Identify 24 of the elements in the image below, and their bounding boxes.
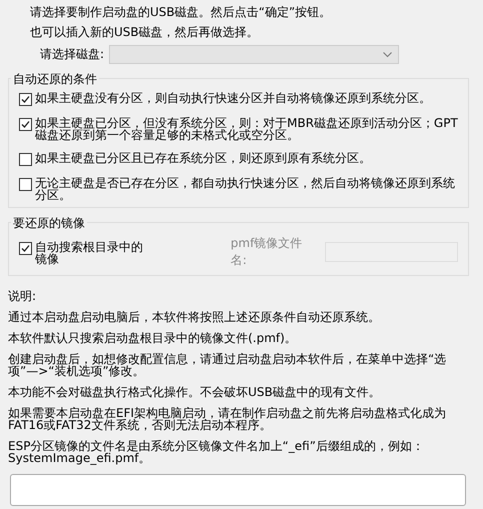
note-paragraph: 如果需要本启动盘在EFI架构电脑启动，请在制作启动盘之前先将启动盘格式化成为FAT16或FAT32文件系统，否则无法启动本程序。 [8,407,448,431]
checkbox-label: 无论主硬盘是否已存在分区，都自动执行快速分区，然后自动将镜像还原到系统分区。 [35,176,456,201]
checkbox-label: 如果主硬盘已分区且已存在系统分区，则还原到原有系统分区。 [35,151,371,164]
notes-heading: 说明: [8,290,38,302]
note-paragraph: 创建启动盘后，如想修改配置信息，请通过启动盘启动本软件后，在菜单中选择“选项”—>“装机选项”修改。 [8,353,448,377]
checkbox[interactable] [19,93,32,106]
instruction-text: 也可以插入新的USB磁盘，然后再做选择。 [30,25,260,39]
note-paragraph: 本功能不会对磁盘执行格式化操作。不会破坏USB磁盘中的现有文件。 [8,386,382,398]
disk-label: 请选择磁盘: [40,46,104,63]
checkbox-label: 如果主硬盘已分区，但没有系统分区，则：对于MBR磁盘还原到活动分区；GPT磁盘还原到第一个容量足够的未格式化或空分区。 [35,116,458,141]
group-title: 自动还原的条件 [11,71,99,88]
checkbox[interactable] [19,118,32,131]
note-paragraph: ESP分区镜像的文件名是由系统分区镜像文件名加上“_efi”后缀组成的，例如：SystemImage_efi.pmf。 [8,440,425,464]
checkbox[interactable] [19,178,32,191]
note-paragraph: 通过本启动盘启动电脑后，本软件将按照上述还原条件自动还原系统。 [8,311,381,323]
chevron-down-icon [383,52,392,58]
checkbox[interactable] [19,242,32,254]
group-title: 要还原的镜像 [11,215,87,232]
checkbox-label: 如果主硬盘没有分区，则自动执行快速分区并自动将镜像还原到系统分区。 [35,91,431,104]
instruction-text: 请选择要制作启动盘的USB磁盘。然后点击“确定”按钮。 [30,5,332,19]
note-paragraph: 本软件默认只搜索启动盘根目录中的镜像文件(.pmf)。 [8,332,298,344]
checkbox-label: 自动搜索根目录中的镜像 [35,240,144,264]
filename-label: pmf镜像文件名: [230,235,304,269]
checkbox[interactable] [19,153,32,166]
